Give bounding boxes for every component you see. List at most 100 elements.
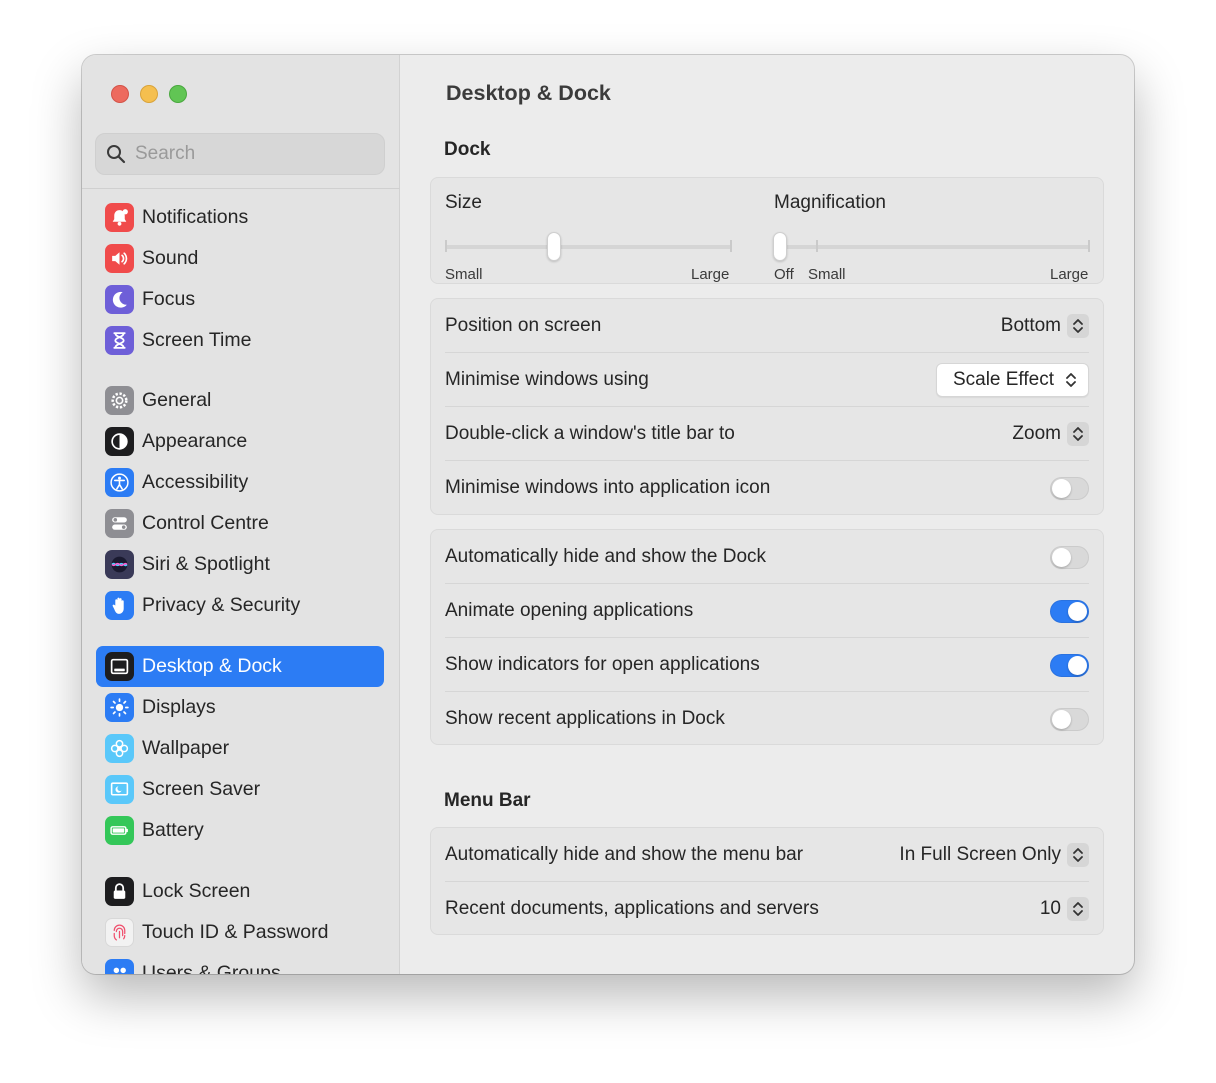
- sidebar-item-label: Desktop & Dock: [142, 655, 282, 677]
- sidebar-item-siri-spotlight[interactable]: Siri & Spotlight: [96, 544, 384, 585]
- sidebar-item-screen-saver[interactable]: Screen Saver: [96, 769, 384, 810]
- popup-value: 10: [1039, 898, 1061, 919]
- double-click-row: Double-click a window's title bar to Zoo…: [445, 407, 1089, 461]
- row-label: Minimise windows using: [445, 369, 649, 390]
- updown-chevron-icon: [1067, 843, 1089, 867]
- hourglass-icon: [105, 326, 134, 355]
- show-indicators-toggle[interactable]: [1050, 653, 1089, 677]
- menubar-section-title: Menu Bar: [444, 790, 531, 811]
- popup-value: Zoom: [1012, 423, 1061, 444]
- search-input[interactable]: [135, 143, 365, 165]
- show-recent-apps-toggle[interactable]: [1050, 707, 1089, 731]
- sidebar-item-accessibility[interactable]: Accessibility: [96, 462, 384, 503]
- screen-saver-icon: [105, 775, 134, 804]
- minimise-into-icon-toggle[interactable]: [1050, 476, 1089, 500]
- sidebar-item-focus[interactable]: Focus: [96, 279, 384, 320]
- size-tick-min: [445, 240, 447, 252]
- settings-window: Notifications Sound Focus Screen Time: [82, 55, 1134, 974]
- size-slider-thumb[interactable]: [547, 232, 562, 261]
- autohide-menubar-popup[interactable]: In Full Screen Only: [899, 843, 1089, 867]
- sidebar-item-label: Users & Groups: [142, 962, 281, 974]
- row-label: Minimise windows into application icon: [445, 477, 771, 498]
- magnification-tick-small: [816, 240, 818, 252]
- lock-icon: [105, 877, 134, 906]
- gear-icon: [105, 386, 134, 415]
- updown-chevron-icon: [1067, 314, 1089, 338]
- sidebar-item-label: Touch ID & Password: [142, 921, 329, 943]
- minimise-into-icon-row: Minimise windows into application icon: [445, 461, 1089, 515]
- sidebar-item-displays[interactable]: Displays: [96, 687, 384, 728]
- row-label: Automatically hide and show the menu bar: [445, 844, 804, 865]
- sidebar-item-label: Control Centre: [142, 512, 269, 534]
- search-box[interactable]: [95, 133, 385, 175]
- updown-chevron-icon: [1067, 422, 1089, 446]
- close-button[interactable]: [111, 85, 129, 103]
- size-slider-track[interactable]: [445, 245, 732, 249]
- sidebar-item-label: Privacy & Security: [142, 594, 301, 616]
- recent-items-popup[interactable]: 10: [1040, 897, 1089, 921]
- sidebar-item-label: Notifications: [142, 206, 249, 228]
- sidebar-item-battery[interactable]: Battery: [96, 810, 384, 851]
- animate-opening-toggle[interactable]: [1050, 599, 1089, 623]
- popup-value: Bottom: [1000, 315, 1061, 336]
- users-icon: [105, 959, 134, 974]
- sidebar-item-screen-time[interactable]: Screen Time: [96, 320, 384, 361]
- sidebar-item-privacy-security[interactable]: Privacy & Security: [96, 585, 384, 626]
- sidebar-item-label: Screen Saver: [142, 778, 261, 800]
- magnification-min-label: Small: [808, 266, 846, 283]
- dock-options-group: Position on screen Bottom Minimise windo…: [430, 298, 1104, 515]
- zoom-button[interactable]: [169, 85, 187, 103]
- siri-icon: [105, 550, 134, 579]
- sidebar-item-label: Appearance: [142, 430, 248, 452]
- autohide-dock-toggle[interactable]: [1050, 545, 1089, 569]
- row-label: Automatically hide and show the Dock: [445, 546, 767, 567]
- menubar-group: Automatically hide and show the menu bar…: [430, 827, 1104, 935]
- minimise-effect-popup[interactable]: Scale Effect: [935, 363, 1089, 397]
- show-recent-apps-row: Show recent applications in Dock: [445, 692, 1089, 746]
- position-row: Position on screen Bottom: [445, 299, 1089, 353]
- sidebar-item-notifications[interactable]: Notifications: [96, 197, 384, 238]
- sidebar-item-desktop-dock[interactable]: Desktop & Dock: [96, 646, 384, 687]
- sidebar-item-appearance[interactable]: Appearance: [96, 421, 384, 462]
- magnification-slider-thumb[interactable]: [773, 232, 787, 261]
- magnification-max-label: Large: [1050, 266, 1089, 283]
- speaker-icon: [105, 244, 134, 273]
- magnification-slider-track[interactable]: [774, 245, 1090, 249]
- sidebar-item-users-groups[interactable]: Users & Groups: [96, 953, 384, 974]
- row-label: Show indicators for open applications: [445, 654, 760, 675]
- dock-size-group: Size Small Large Magnification Off Small…: [430, 177, 1104, 284]
- sidebar-item-control-centre[interactable]: Control Centre: [96, 503, 384, 544]
- row-label: Position on screen: [445, 315, 602, 336]
- sidebar-item-label: General: [142, 389, 212, 411]
- dock-behaviour-group: Automatically hide and show the Dock Ani…: [430, 529, 1104, 745]
- sidebar-item-sound[interactable]: Sound: [96, 238, 384, 279]
- sidebar-item-label: Displays: [142, 696, 216, 718]
- accessibility-icon: [105, 468, 134, 497]
- sidebar-item-wallpaper[interactable]: Wallpaper: [96, 728, 384, 769]
- size-label: Size: [445, 192, 482, 213]
- sidebar-item-label: Focus: [142, 288, 196, 310]
- minimize-button[interactable]: [140, 85, 158, 103]
- double-click-popup[interactable]: Zoom: [1012, 422, 1089, 446]
- size-max-label: Large: [691, 266, 730, 283]
- size-tick-max: [730, 240, 732, 252]
- updown-chevron-icon: [1067, 897, 1089, 921]
- sidebar-item-lock-screen[interactable]: Lock Screen: [96, 871, 384, 912]
- moon-icon: [105, 285, 134, 314]
- autohide-menubar-row: Automatically hide and show the menu bar…: [445, 828, 1089, 882]
- position-popup[interactable]: Bottom: [1001, 314, 1089, 338]
- sidebar-item-label: Wallpaper: [142, 737, 230, 759]
- dock-section-title: Dock: [444, 139, 491, 160]
- sidebar-item-touch-id[interactable]: Touch ID & Password: [96, 912, 384, 953]
- row-label: Double-click a window's title bar to: [445, 423, 735, 444]
- sidebar-item-general[interactable]: General: [96, 380, 384, 421]
- sidebar-item-label: Screen Time: [142, 329, 252, 351]
- sidebar-item-label: Sound: [142, 247, 199, 269]
- window-controls: [111, 85, 187, 103]
- sidebar-divider: [82, 188, 400, 189]
- main-pane: Desktop & Dock Dock Size Small Large Mag…: [401, 55, 1134, 974]
- control-centre-icon: [105, 509, 134, 538]
- fingerprint-icon: [105, 918, 134, 947]
- recent-items-row: Recent documents, applications and serve…: [445, 882, 1089, 936]
- bell-icon: [105, 203, 134, 232]
